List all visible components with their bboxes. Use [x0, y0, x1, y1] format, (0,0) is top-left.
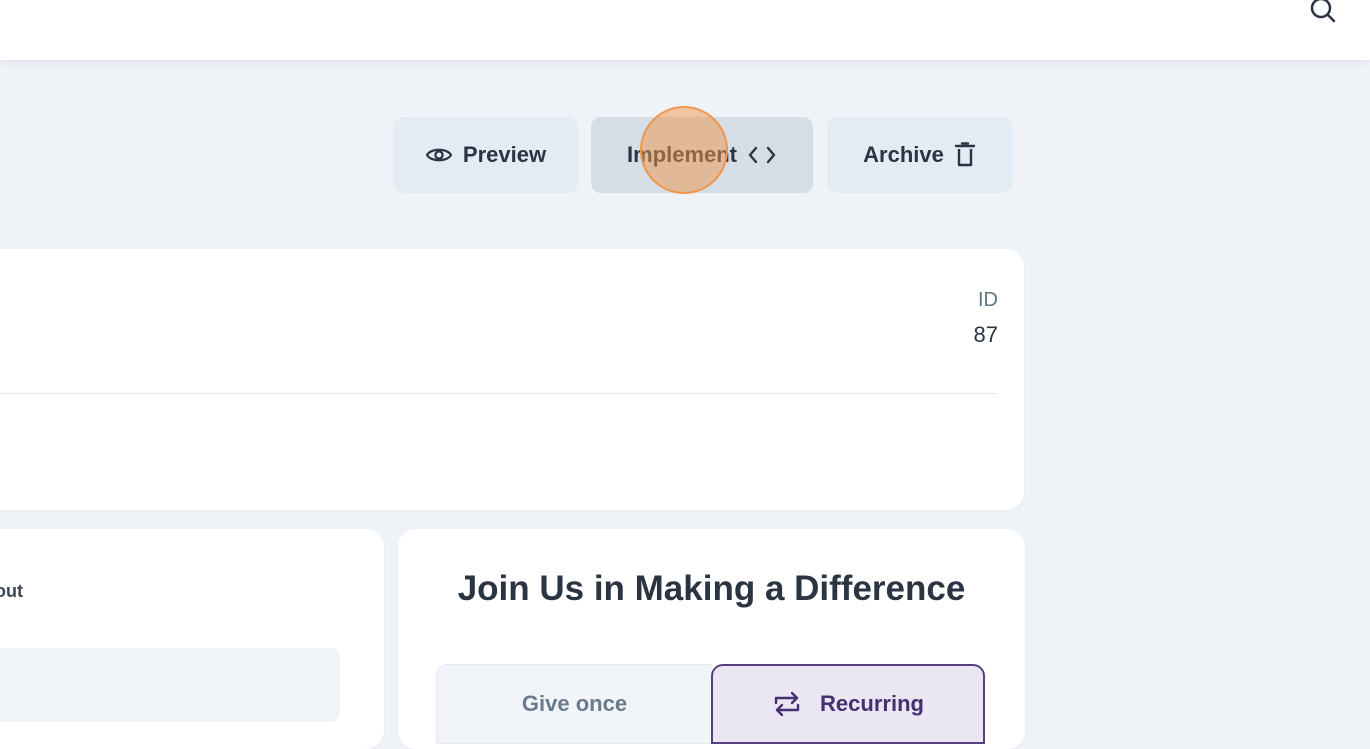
recurring-label: Recurring [820, 691, 924, 716]
trash-icon [954, 142, 976, 168]
divider [0, 393, 998, 394]
top-bar [0, 0, 1370, 60]
implement-label: Implement [626, 142, 738, 167]
eye-icon [425, 145, 453, 165]
recurring-tab[interactable]: Recurring [711, 664, 985, 744]
implement-button[interactable]: Implement [591, 117, 813, 193]
code-icon [747, 145, 777, 165]
give-once-label: Give once [521, 691, 628, 716]
details-card: ID 87 [0, 249, 1024, 510]
id-value: 87 [973, 322, 998, 347]
search-icon [1310, 0, 1336, 23]
id-label: ID [978, 289, 998, 311]
archive-label: Archive [863, 142, 944, 167]
give-once-tab[interactable]: Give once [436, 664, 712, 744]
donation-title: Join Us in Making a Difference [457, 569, 966, 608]
field-label: out [0, 581, 23, 601]
preview-label: Preview [462, 142, 547, 167]
settings-card: out [0, 529, 384, 749]
archive-button[interactable]: Archive [827, 117, 1012, 193]
text-field[interactable] [0, 648, 340, 722]
search-button[interactable] [1308, 0, 1338, 24]
repeat-icon [772, 691, 802, 717]
donation-form-card: Join Us in Making a Difference Give once… [398, 529, 1025, 749]
preview-button[interactable]: Preview [393, 117, 578, 193]
